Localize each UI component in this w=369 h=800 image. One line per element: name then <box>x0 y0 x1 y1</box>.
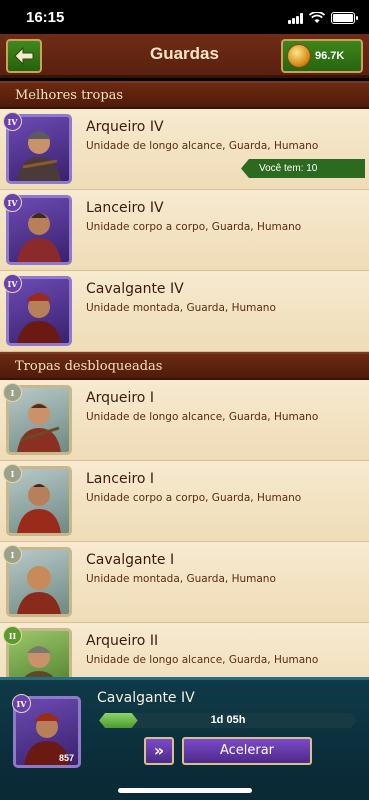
tier-badge: IV <box>3 193 22 212</box>
home-area <box>0 780 369 800</box>
skip-button[interactable]: » <box>144 737 174 765</box>
list-item[interactable]: IV Arqueiro IV Unidade de longo alcance,… <box>0 109 369 190</box>
queue-troop-count: 857 <box>58 753 74 763</box>
troop-description: Unidade montada, Guarda, Humano <box>86 302 276 314</box>
signal-icon <box>288 12 303 24</box>
troop-name: Cavalgante IV <box>86 281 184 297</box>
battery-icon <box>331 12 358 24</box>
gold-coin-icon <box>287 44 311 68</box>
list-item[interactable]: I Arqueiro I Unidade de longo alcance, G… <box>0 380 369 461</box>
status-time: 16:15 <box>26 9 65 26</box>
troop-name: Lanceiro IV <box>86 200 164 216</box>
troop-name: Arqueiro I <box>86 390 154 406</box>
section-header-best-troops: Melhores tropas <box>0 81 369 109</box>
queue-troop-name: Cavalgante IV <box>97 690 195 706</box>
header: Guardas 96.7K <box>0 34 369 78</box>
gold-amount: 96.7K <box>315 50 345 62</box>
tier-badge: II <box>3 626 22 645</box>
troop-description: Unidade de longo alcance, Guarda, Humano <box>86 411 319 423</box>
tier-badge: IV <box>3 274 22 293</box>
troop-description: Unidade corpo a corpo, Guarda, Humano <box>86 492 302 504</box>
home-indicator[interactable] <box>118 788 252 793</box>
troop-description: Unidade montada, Guarda, Humano <box>86 573 276 585</box>
troop-name: Arqueiro IV <box>86 119 164 135</box>
owned-count-badge: Você tem: 10 <box>241 159 365 178</box>
status-bar: 16:15 <box>0 0 369 34</box>
training-progress-bar: 1d 05h <box>99 713 357 728</box>
troop-name: Arqueiro II <box>86 633 159 649</box>
troop-description: Unidade de longo alcance, Guarda, Humano <box>86 140 319 152</box>
speed-up-button[interactable]: Acelerar <box>182 737 312 765</box>
tier-badge: I <box>3 464 22 483</box>
list-item[interactable]: I Cavalgante I Unidade montada, Guarda, … <box>0 542 369 623</box>
training-time-left: 1d 05h <box>210 714 246 726</box>
gold-counter[interactable]: 96.7K <box>281 39 363 73</box>
tier-badge: I <box>3 383 22 402</box>
list-item[interactable]: IV Lanceiro IV Unidade corpo a corpo, Gu… <box>0 190 369 271</box>
wifi-icon <box>309 12 325 23</box>
tier-badge: IV <box>3 112 22 131</box>
tier-badge: I <box>3 545 22 564</box>
list-item[interactable]: I Lanceiro I Unidade corpo a corpo, Guar… <box>0 461 369 542</box>
troop-description: Unidade de longo alcance, Guarda, Humano <box>86 654 319 666</box>
troop-list[interactable]: Melhores tropas IV Arqueiro IV Unidade d… <box>0 81 369 677</box>
queue-tier-badge: IV <box>12 694 31 713</box>
status-icons <box>288 12 358 24</box>
list-item[interactable]: II Arqueiro II Unidade de longo alcance,… <box>0 623 369 677</box>
troop-name: Cavalgante I <box>86 552 175 568</box>
troop-name: Lanceiro I <box>86 471 155 487</box>
troop-description: Unidade corpo a corpo, Guarda, Humano <box>86 221 302 233</box>
section-header-unlocked-troops: Tropas desbloqueadas <box>0 352 369 380</box>
list-item[interactable]: IV Cavalgante IV Unidade montada, Guarda… <box>0 271 369 352</box>
training-queue-panel: 857 IV Cavalgante IV 1d 05h » Acelerar <box>0 677 369 780</box>
